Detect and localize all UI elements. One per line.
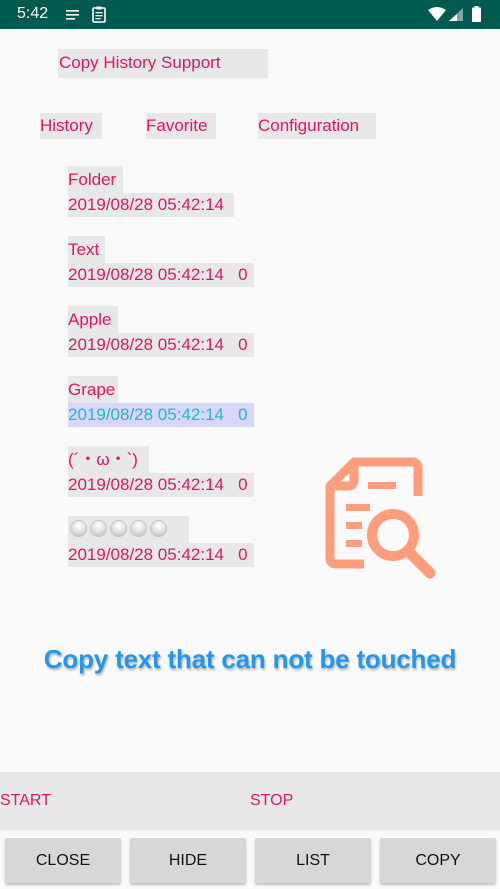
item-title[interactable]: Text bbox=[68, 236, 105, 263]
stop-button[interactable]: STOP bbox=[250, 792, 293, 810]
battery-icon bbox=[472, 6, 481, 22]
item-date[interactable]: 2019/08/28 05:42:14 0 bbox=[68, 473, 254, 497]
copy-button[interactable]: COPY bbox=[380, 838, 496, 883]
start-button[interactable]: START bbox=[0, 792, 51, 810]
tab-configuration[interactable]: Configuration bbox=[258, 113, 376, 139]
notification-lines-icon bbox=[66, 10, 79, 20]
wifi-icon bbox=[428, 7, 446, 21]
white-circle-emoji-icon bbox=[110, 520, 127, 537]
status-bar: 5:42 bbox=[0, 0, 500, 29]
item-title[interactable]: (´・ω・`) bbox=[68, 446, 149, 473]
hide-button[interactable]: HIDE bbox=[130, 838, 246, 883]
item-date[interactable]: 2019/08/28 05:42:14 0 bbox=[68, 403, 254, 427]
status-time: 5:42 bbox=[17, 5, 49, 22]
control-bar: START STOP bbox=[0, 772, 500, 830]
item-date[interactable]: 2019/08/28 05:42:14 0 bbox=[68, 333, 254, 357]
item-title[interactable]: Folder bbox=[68, 166, 123, 193]
white-circle-emoji-icon bbox=[130, 520, 147, 537]
item-date[interactable]: 2019/08/28 05:42:14 bbox=[68, 193, 234, 217]
cell-signal-icon bbox=[449, 8, 463, 21]
list-button[interactable]: LIST bbox=[255, 838, 371, 883]
close-button[interactable]: CLOSE bbox=[5, 838, 121, 883]
item-date[interactable]: 2019/08/28 05:42:14 0 bbox=[68, 263, 254, 287]
white-circle-emoji-icon bbox=[150, 520, 167, 537]
tab-history[interactable]: History bbox=[40, 113, 102, 139]
app-title: Copy History Support bbox=[58, 49, 268, 78]
tab-favorite[interactable]: Favorite bbox=[146, 113, 216, 139]
white-circle-emoji-icon bbox=[70, 520, 87, 537]
clipboard-icon bbox=[92, 6, 106, 23]
white-circle-emoji-icon bbox=[90, 520, 107, 537]
document-search-icon bbox=[325, 457, 436, 579]
item-title[interactable]: Apple bbox=[68, 306, 118, 333]
item-title[interactable]: Grape bbox=[68, 376, 118, 403]
tagline: Copy text that can not be touched bbox=[43, 644, 457, 674]
item-date[interactable]: 2019/08/28 05:42:14 0 bbox=[68, 543, 254, 567]
item-title-emoji[interactable] bbox=[68, 516, 189, 543]
